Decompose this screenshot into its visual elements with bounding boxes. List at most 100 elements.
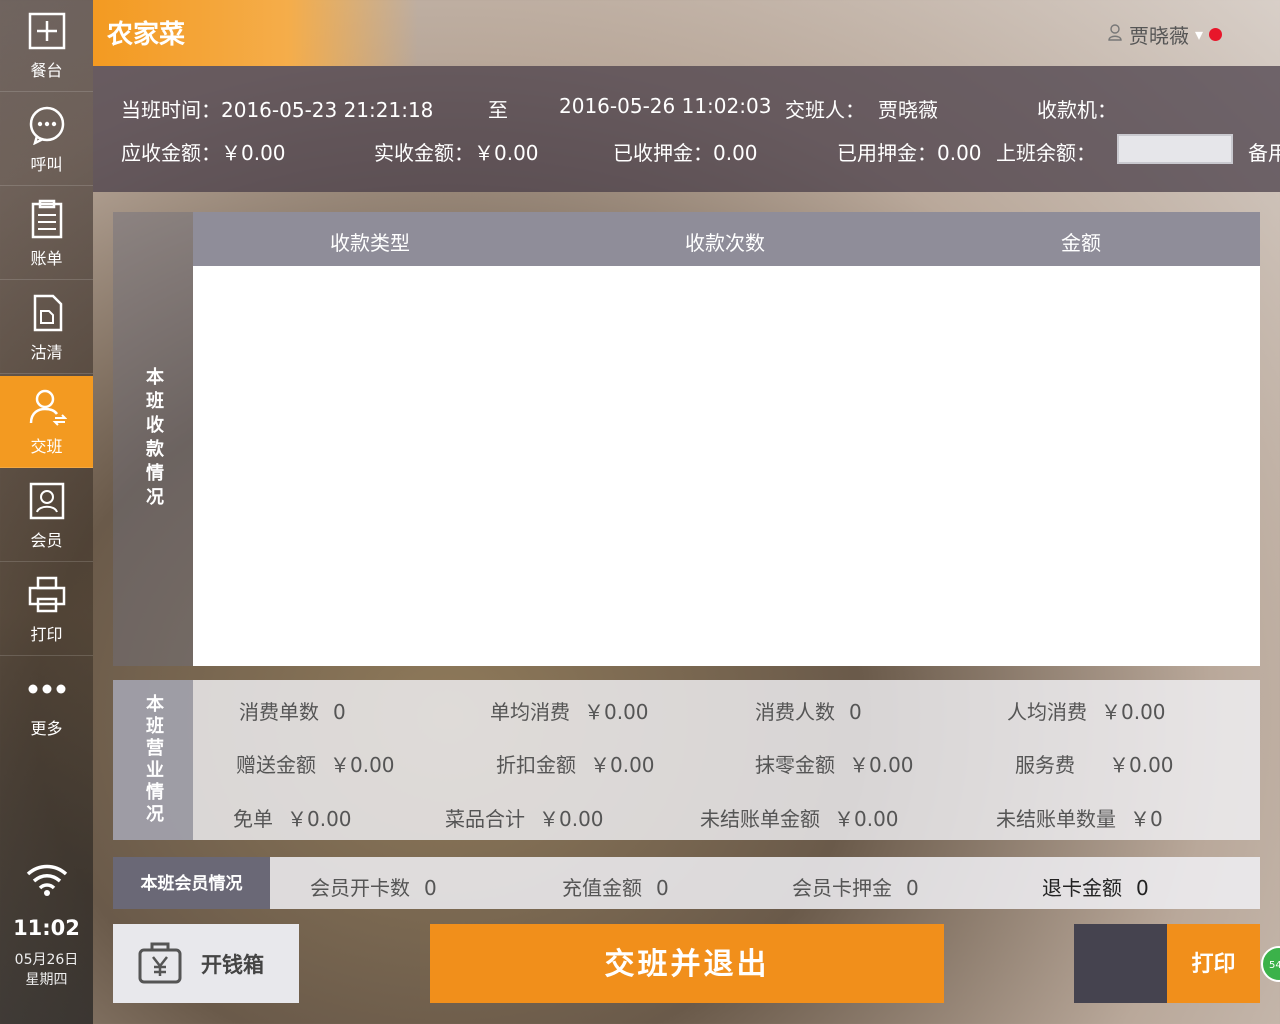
biz-value: ￥0.00 — [1101, 700, 1166, 724]
nav-item-member[interactable]: 会员 — [0, 470, 93, 562]
receipts-panel: 本班收款情况 收款类型 收款次数 金额 — [113, 212, 1260, 666]
clock-date: 05月26日 星期四 — [0, 950, 93, 990]
col-payment-count: 收款次数 — [685, 231, 765, 255]
biz-avg-per-guest: 人均消费 ￥0.00 — [1007, 696, 1166, 725]
plus-square-icon — [27, 11, 67, 51]
biz-value: ￥0.00 — [584, 700, 649, 724]
biz-unsettled-count: 未结账单数量 ￥0 — [996, 803, 1163, 832]
biz-value: ￥0.00 — [330, 753, 395, 777]
biz-order-count: 消费单数 0 — [239, 696, 346, 725]
nav-label-table: 餐台 — [30, 60, 63, 80]
clipboard-icon — [27, 199, 67, 239]
biz-value: ￥0.00 — [834, 807, 899, 831]
deposit-received: 已收押金：0.00 — [613, 141, 758, 165]
shift-info-bar: 当班时间：2016-05-23 21:21:18 至 2016-05-26 11… — [93, 66, 1280, 192]
biz-label: 服务费 — [1015, 753, 1075, 777]
biz-value: ￥0.00 — [539, 807, 604, 831]
open-cashbox-button[interactable]: 开钱箱 — [113, 924, 299, 1003]
mem-label: 会员卡押金 — [792, 876, 892, 900]
biz-unsettled-amount: 未结账单金额 ￥0.00 — [700, 803, 899, 832]
biz-value: ￥0.00 — [590, 753, 655, 777]
mem-label: 退卡金额 — [1042, 876, 1122, 900]
biz-free-order: 免单 ￥0.00 — [233, 803, 352, 832]
biz-discount-amount: 折扣金额 ￥0.00 — [496, 749, 655, 778]
biz-label: 单均消费 — [490, 700, 570, 724]
deposit-used: 已用押金：0.00 — [837, 141, 982, 165]
balance-label: 上班余额： — [996, 141, 1096, 165]
user-swap-icon — [27, 387, 67, 427]
print-button[interactable]: 打印 — [1167, 924, 1260, 1003]
user-name: 贾晓薇 — [1128, 24, 1189, 48]
biz-rounding-amount: 抹零金额 ￥0.00 — [755, 749, 914, 778]
nav-label-bill: 账单 — [30, 248, 63, 268]
nav-label-more: 更多 — [30, 719, 63, 738]
nav-item-handover[interactable]: 交班 — [0, 376, 93, 468]
sidebar: 餐台 呼叫 账单 沽清 交班 会员 打印 更多 11:02 05月26日 星期四 — [0, 0, 93, 1024]
nav-label-handover: 交班 — [30, 436, 63, 456]
received-amount: 实收金额：￥0.00 — [374, 141, 539, 165]
shift-end-time: 2016-05-26 11:02:03 — [559, 94, 772, 118]
business-panel: 本班营业情况 消费单数 0 单均消费 ￥0.00 消费人数 0 人均消费 ￥0.00 赠… — [113, 680, 1260, 840]
biz-label: 免单 — [233, 807, 273, 831]
nav-item-table[interactable]: 餐台 — [0, 0, 93, 92]
mem-label: 充值金额 — [562, 876, 642, 900]
balance-input[interactable] — [1117, 134, 1233, 164]
biz-guest-count: 消费人数 0 — [755, 696, 862, 725]
shift-time-label: 当班时间：2016-05-23 21:21:18 — [121, 98, 434, 122]
business-section-label: 本班营业情况 — [113, 680, 193, 840]
member-card-icon — [27, 481, 67, 521]
print-preview-area — [1074, 924, 1167, 1003]
biz-label: 消费单数 — [239, 700, 319, 724]
nav-item-soldout[interactable]: 沽清 — [0, 282, 93, 374]
mem-recharge: 充值金额 0 — [562, 872, 669, 901]
biz-label: 消费人数 — [755, 700, 835, 724]
receivable-amount: 应收金额：￥0.00 — [121, 141, 286, 165]
biz-value: 0 — [333, 700, 346, 724]
floating-badge[interactable]: 54 — [1261, 946, 1280, 982]
cashier-label: 收款机： — [1037, 98, 1117, 122]
biz-label: 人均消费 — [1007, 700, 1087, 724]
mem-value: 0 — [906, 876, 919, 900]
biz-value: ￥0.00 — [287, 807, 352, 831]
user-icon — [1107, 23, 1123, 47]
user-menu[interactable]: 贾晓薇 ▾ — [1107, 20, 1222, 49]
handover-exit-button[interactable]: 交班并退出 — [430, 924, 944, 1003]
biz-label: 未结账单数量 — [996, 807, 1116, 831]
nav-item-call[interactable]: 呼叫 — [0, 94, 93, 186]
biz-label: 折扣金额 — [496, 753, 576, 777]
biz-label: 赠送金额 — [236, 753, 316, 777]
handover-name: 贾晓薇 — [878, 98, 938, 122]
clock-weekday: 星期四 — [25, 972, 68, 988]
biz-label: 抹零金额 — [755, 753, 835, 777]
col-amount: 金额 — [1061, 231, 1101, 255]
mem-card-refund: 退卡金额 0 — [1042, 872, 1149, 901]
biz-gift-amount: 赠送金额 ￥0.00 — [236, 749, 395, 778]
member-panel: 本班会员情况 会员开卡数 0 充值金额 0 会员卡押金 0 退卡金额 0 — [113, 857, 1260, 909]
biz-avg-per-order: 单均消费 ￥0.00 — [490, 696, 649, 725]
mem-card-deposit: 会员卡押金 0 — [792, 872, 919, 901]
printer-icon — [27, 575, 67, 615]
biz-label: 未结账单金额 — [700, 807, 820, 831]
col-payment-type: 收款类型 — [330, 231, 410, 255]
receipts-table-body — [193, 266, 1260, 666]
biz-service-fee: 服务费 ￥0.00 — [1015, 749, 1174, 778]
biz-dish-total: 菜品合计 ￥0.00 — [445, 803, 604, 832]
nav-item-bill[interactable]: 账单 — [0, 188, 93, 280]
biz-value: ￥0.00 — [849, 753, 914, 777]
brand-title: 农家菜 — [93, 0, 418, 66]
receipts-table-header: 收款类型 收款次数 金额 — [193, 212, 1260, 266]
nav-label-print: 打印 — [30, 624, 63, 644]
member-section-title: 本班会员情况 — [113, 857, 270, 909]
handover-label: 交班人： — [785, 98, 865, 122]
nav-label-call: 呼叫 — [30, 154, 63, 174]
mem-value: 0 — [424, 876, 437, 900]
notification-dot — [1209, 28, 1222, 41]
clock-time: 11:02 — [13, 916, 80, 940]
nav-item-more[interactable]: 更多 — [0, 658, 93, 750]
chevron-down-icon: ▾ — [1194, 25, 1203, 44]
top-bar: 农家菜 贾晓薇 ▾ — [93, 0, 1280, 66]
nav-label-soldout: 沽清 — [30, 342, 63, 362]
mem-label: 会员开卡数 — [310, 876, 410, 900]
biz-label: 菜品合计 — [445, 807, 525, 831]
nav-item-print[interactable]: 打印 — [0, 564, 93, 656]
